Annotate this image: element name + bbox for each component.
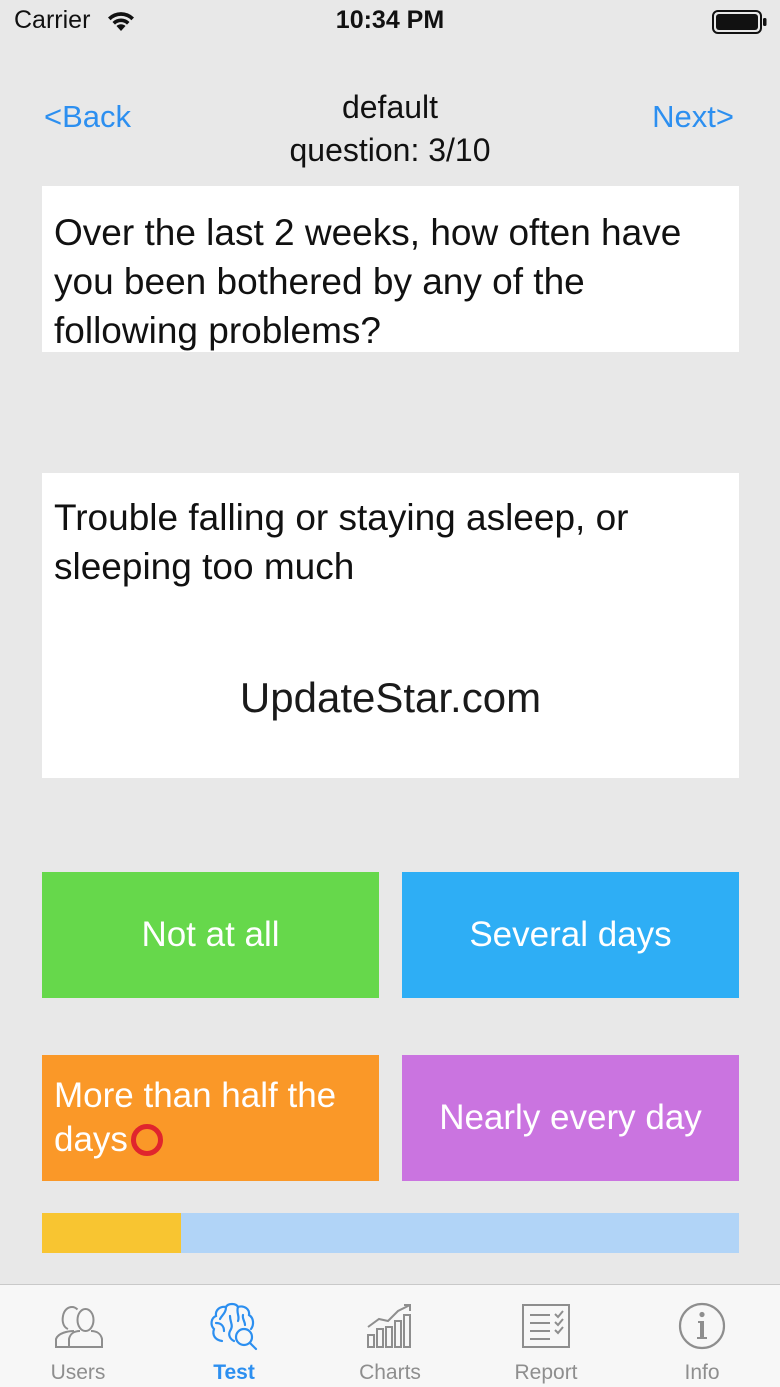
- tab-test[interactable]: Test: [156, 1285, 312, 1387]
- tab-label: Info: [684, 1361, 720, 1384]
- answer-label: Not at all: [141, 915, 280, 954]
- tab-report[interactable]: Report: [468, 1285, 624, 1387]
- users-icon: [55, 1305, 103, 1348]
- brain-icon: [210, 1302, 258, 1351]
- tab-label: Test: [213, 1361, 255, 1384]
- answer-label: More than half the days: [54, 1076, 337, 1159]
- tab-info[interactable]: Info: [624, 1285, 780, 1387]
- progress-bar: [42, 1213, 739, 1253]
- tab-users[interactable]: Users: [0, 1285, 156, 1387]
- prompt-card: Over the last 2 weeks, how often have yo…: [42, 186, 739, 352]
- tab-charts[interactable]: Charts: [312, 1285, 468, 1387]
- progress-fill: [42, 1213, 182, 1253]
- next-button[interactable]: Next>: [652, 99, 734, 135]
- answer-not-at-all-button[interactable]: Not at all: [42, 872, 379, 998]
- test-name: default: [341, 89, 439, 125]
- battery-icon: [712, 10, 767, 34]
- tab-label: Users: [50, 1361, 106, 1384]
- answer-several-days-button[interactable]: Several days: [402, 872, 739, 998]
- clock: 10:34 PM: [335, 6, 445, 34]
- tab-label: Report: [514, 1361, 578, 1384]
- watermark: UpdateStar.com: [239, 674, 542, 721]
- prompt-text: Over the last 2 weeks, how often have yo…: [54, 212, 682, 351]
- answer-more-than-half-button[interactable]: More than half the days: [42, 1055, 379, 1181]
- question-counter: question: 3/10: [289, 132, 491, 168]
- tab-label: Charts: [359, 1361, 421, 1384]
- status-bar: Carrier 10:34 PM: [0, 0, 780, 44]
- answer-label-wrap: More than half the days: [54, 1074, 379, 1162]
- tab-bar: Users Test Charts Report Info: [0, 1284, 780, 1387]
- answer-nearly-every-day-button[interactable]: Nearly every day: [402, 1055, 739, 1181]
- info-icon: [678, 1302, 726, 1350]
- app-screen: Carrier 10:34 PM <Back default question:…: [0, 0, 780, 1387]
- report-icon: [522, 1304, 570, 1348]
- nav-title: default question: 3/10: [200, 86, 580, 172]
- question-text: Trouble falling or staying asleep, or sl…: [54, 497, 629, 587]
- question-card: Trouble falling or staying asleep, or sl…: [42, 473, 739, 778]
- answer-label: Nearly every day: [439, 1098, 702, 1137]
- back-button[interactable]: <Back: [44, 99, 131, 135]
- answer-label: Several days: [469, 915, 672, 954]
- red-circle-icon: [130, 1124, 163, 1156]
- bar-chart-icon: [367, 1304, 411, 1348]
